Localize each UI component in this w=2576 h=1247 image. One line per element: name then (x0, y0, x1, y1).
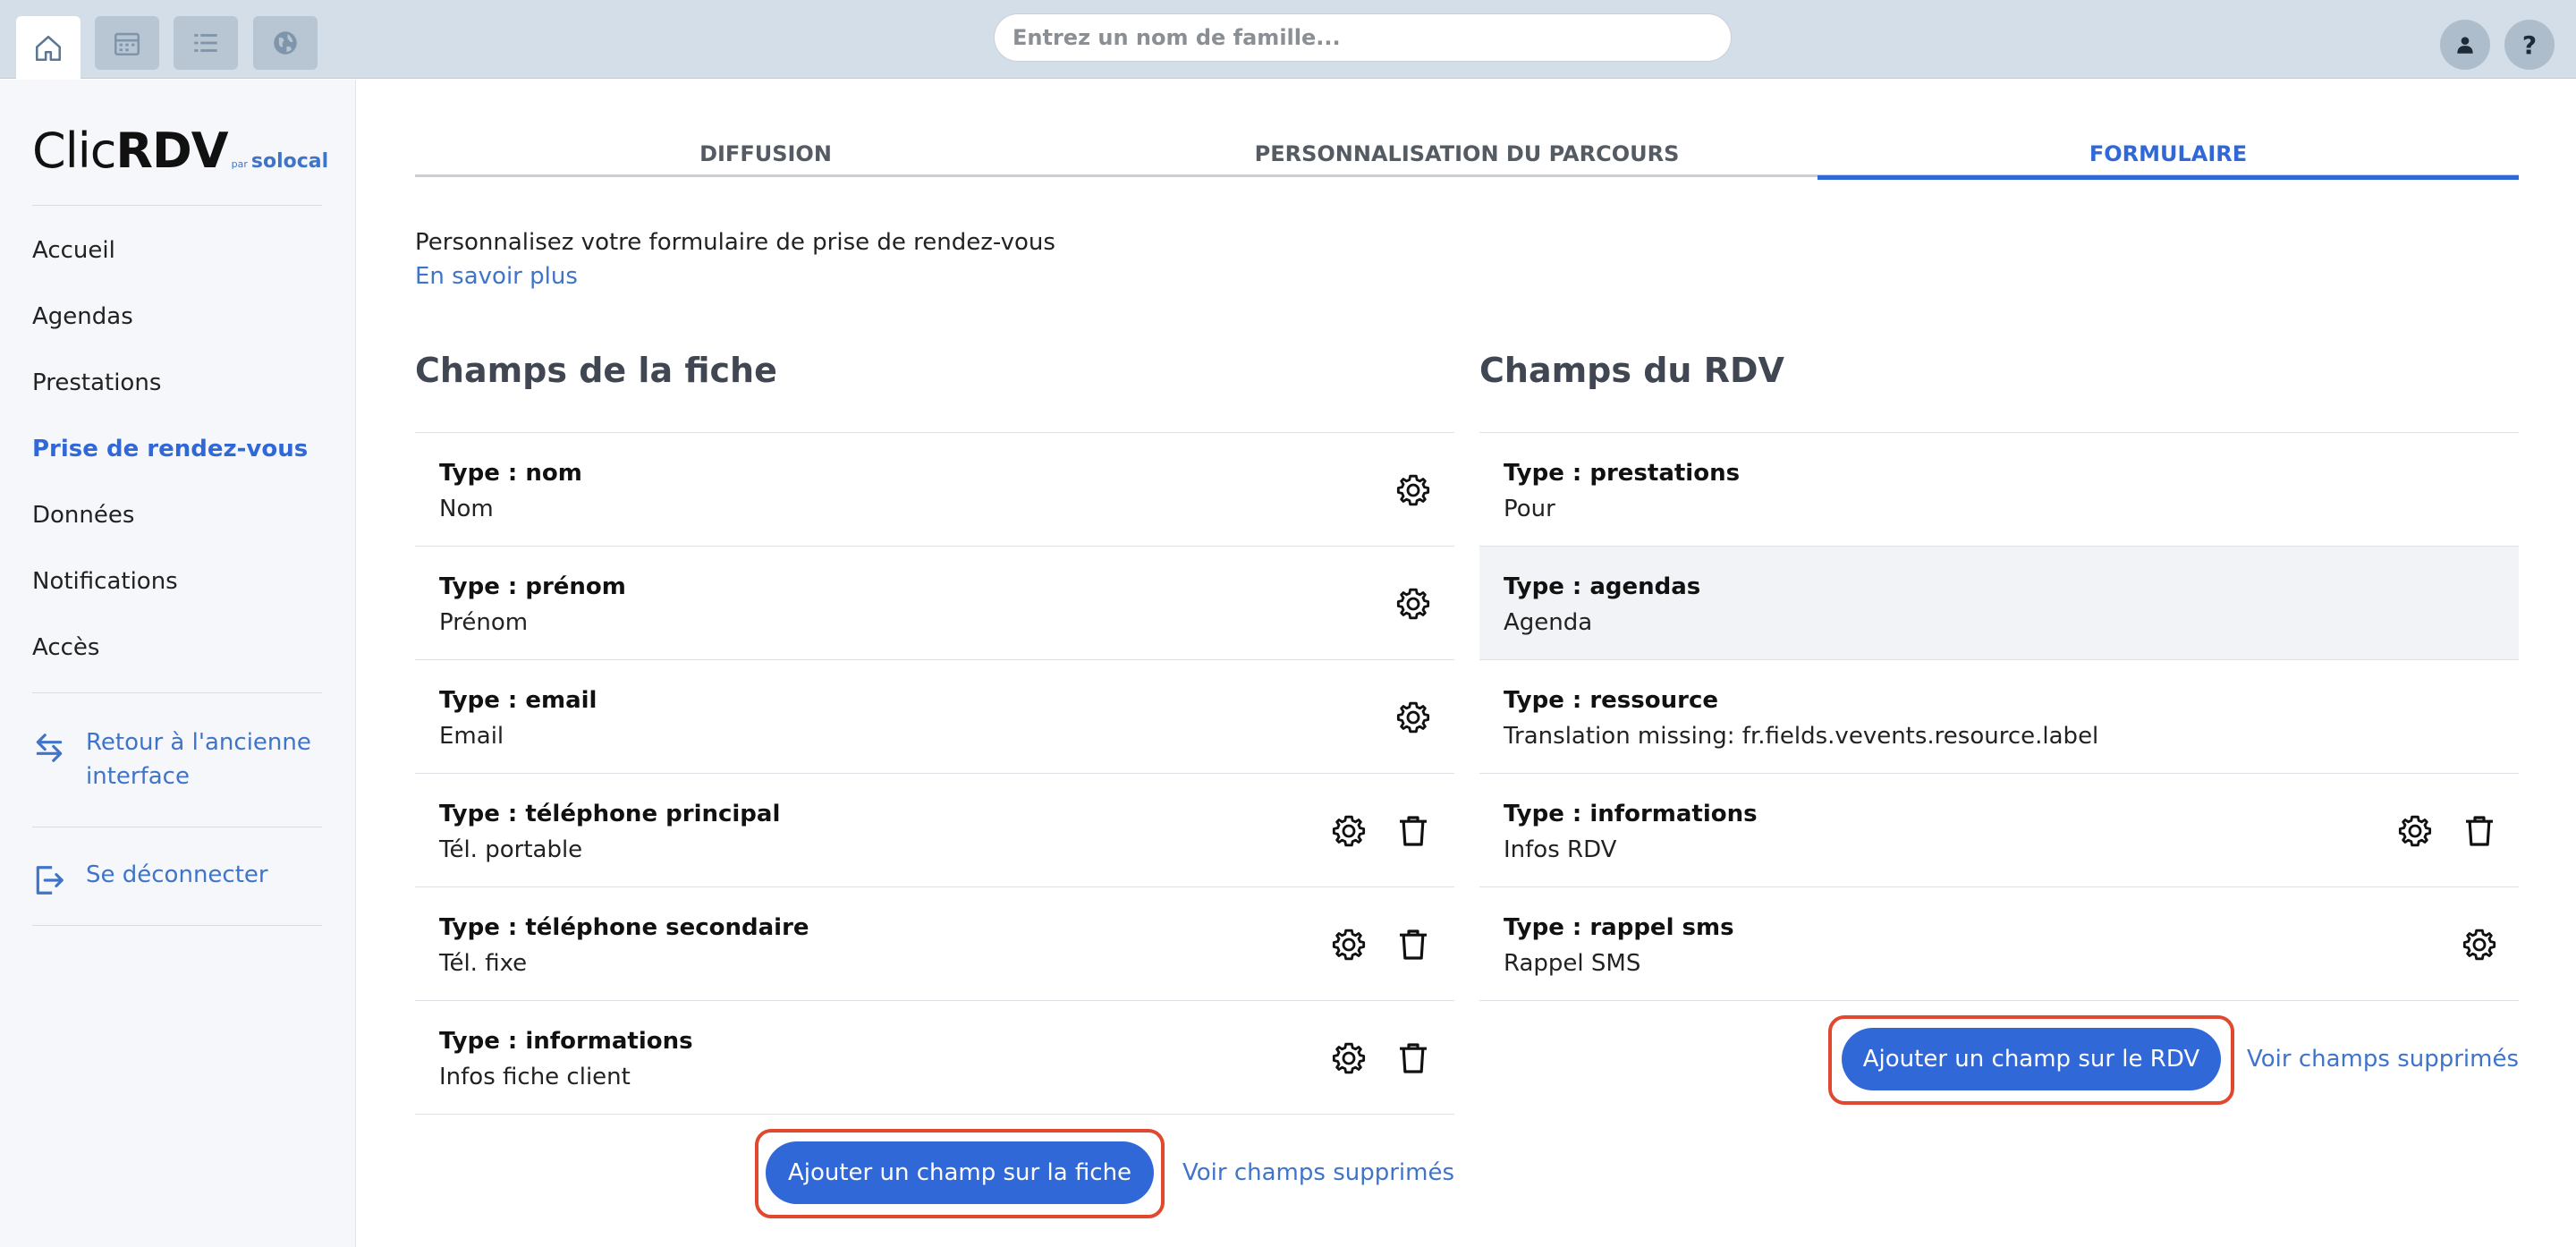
field-label: Pour (1504, 496, 1555, 522)
logout-label: Se déconnecter (86, 861, 268, 888)
logo: Clic RDV par solocal (32, 123, 328, 179)
globe-button[interactable] (253, 16, 318, 70)
intro-text: Personnalisez votre formulaire de prise … (415, 229, 1055, 256)
settings-gear-icon[interactable] (2397, 813, 2433, 849)
top-bar: ? (0, 0, 2576, 81)
rdv-field-list: Type : prestations Pour Type : agendas A… (1479, 432, 2519, 1001)
add-rdv-field-button[interactable]: Ajouter un champ sur le RDV (1842, 1028, 2221, 1090)
field-type: Type : prestations (1504, 460, 1741, 487)
settings-gear-icon[interactable] (1395, 586, 1431, 622)
settings-gear-icon[interactable] (1331, 927, 1367, 963)
field-label: Rappel SMS (1504, 950, 1641, 977)
fiche-field-row: Type : email Email (415, 660, 1454, 774)
user-button[interactable] (2440, 20, 2490, 70)
fiche-field-row: Type : téléphone secondaire Tél. fixe (415, 887, 1454, 1001)
sidebar-item-acces[interactable]: Accès (32, 634, 99, 661)
logo-rdv: RDV (115, 123, 228, 179)
sidebar-item-prestations[interactable]: Prestations (32, 369, 161, 396)
sidebar: Clic RDV par solocal Accueil Agendas Presta… (0, 80, 356, 1247)
help-icon: ? (2521, 30, 2538, 60)
field-label: Tél. portable (439, 836, 583, 863)
home-button[interactable] (16, 16, 80, 81)
search-bar[interactable] (994, 13, 1732, 62)
home-icon (35, 35, 62, 62)
trash-icon[interactable] (1395, 927, 1431, 963)
field-type: Type : rappel sms (1504, 914, 1734, 941)
rdv-field-row: Type : rappel sms Rappel SMS (1479, 887, 2519, 1001)
rdv-field-row: Type : informations Infos RDV (1479, 774, 2519, 887)
trash-icon[interactable] (2462, 813, 2497, 849)
field-label: Translation missing: fr.fields.vevents.r… (1504, 723, 2099, 750)
back-link-line1: Retour à l'ancienne (86, 729, 311, 756)
field-label: Infos fiche client (439, 1064, 631, 1090)
fiche-field-row: Type : informations Infos fiche client (415, 1001, 1454, 1115)
field-label: Infos RDV (1504, 836, 1617, 863)
globe-icon (274, 31, 297, 55)
fiche-field-list: Type : nom Nom Type : prénom Prénom Type… (415, 432, 1454, 1115)
tab-formulaire[interactable]: FORMULAIRE (1818, 134, 2519, 180)
logo-clic: Clic (32, 123, 116, 179)
logout-icon (36, 866, 64, 895)
sidebar-divider (32, 692, 322, 693)
swap-arrows-icon (36, 734, 63, 762)
field-type: Type : nom (439, 460, 582, 487)
search-input[interactable] (1013, 25, 1731, 50)
fiche-section-title: Champs de la fiche (415, 351, 777, 390)
tab-bar: DIFFUSION PERSONNALISATION DU PARCOURS F… (415, 134, 2519, 180)
field-type: Type : téléphone secondaire (439, 914, 809, 941)
help-button[interactable]: ? (2504, 20, 2555, 70)
rdv-section-title: Champs du RDV (1479, 351, 1784, 390)
field-type: Type : informations (1504, 801, 1758, 827)
sidebar-item-notifications[interactable]: Notifications (32, 568, 178, 595)
field-label: Nom (439, 496, 494, 522)
settings-gear-icon[interactable] (1395, 472, 1431, 508)
back-link-line2: interface (86, 763, 190, 790)
sidebar-divider (32, 925, 322, 926)
logo-brand: solocal (250, 150, 329, 173)
field-type: Type : ressource (1504, 687, 1718, 714)
sidebar-item-donnees[interactable]: Données (32, 502, 134, 529)
trash-icon[interactable] (1395, 1040, 1431, 1076)
sidebar-item-prise-de-rendez-vous[interactable]: Prise de rendez-vous (32, 436, 308, 462)
field-type: Type : informations (439, 1028, 693, 1055)
field-type: Type : agendas (1504, 573, 1701, 600)
field-type: Type : email (439, 687, 597, 714)
field-label: Prénom (439, 609, 529, 636)
learn-more-link[interactable]: En savoir plus (415, 263, 578, 290)
calendar-icon (114, 32, 140, 56)
sidebar-item-accueil[interactable]: Accueil (32, 237, 115, 264)
sidebar-item-agendas[interactable]: Agendas (32, 303, 133, 330)
fiche-field-row: Type : prénom Prénom (415, 547, 1454, 660)
rdv-field-row: Type : ressource Translation missing: fr… (1479, 660, 2519, 774)
fiche-field-row: Type : nom Nom (415, 433, 1454, 547)
logout-link[interactable]: Se déconnecter (32, 858, 268, 897)
rdv-field-row: Type : agendas Agenda (1479, 547, 2519, 660)
settings-gear-icon[interactable] (2462, 927, 2497, 963)
field-type: Type : prénom (439, 573, 626, 600)
settings-gear-icon[interactable] (1331, 813, 1367, 849)
trash-icon[interactable] (1395, 813, 1431, 849)
rdv-deleted-fields-link[interactable]: Voir champs supprimés (2247, 1046, 2519, 1073)
fiche-field-row: Type : téléphone principal Tél. portable (415, 774, 1454, 887)
field-label: Tél. fixe (439, 950, 528, 977)
add-fiche-field-button[interactable]: Ajouter un champ sur la fiche (766, 1141, 1154, 1204)
list-button[interactable] (174, 16, 238, 70)
settings-gear-icon[interactable] (1395, 700, 1431, 735)
tab-personnalisation-du-parcours[interactable]: PERSONNALISATION DU PARCOURS (1116, 134, 1818, 177)
user-icon (2457, 37, 2473, 54)
field-type: Type : téléphone principal (439, 801, 781, 827)
rdv-field-row: Type : prestations Pour (1479, 433, 2519, 547)
list-icon (194, 34, 217, 52)
back-to-old-interface-link[interactable]: Retour à l'ancienne interface (32, 725, 311, 793)
settings-gear-icon[interactable] (1331, 1040, 1367, 1076)
logo-par: par (231, 158, 248, 170)
calendar-button[interactable] (95, 16, 159, 70)
fiche-deleted-fields-link[interactable]: Voir champs supprimés (1182, 1159, 1454, 1186)
field-label: Email (439, 723, 504, 750)
sidebar-divider (32, 205, 322, 206)
field-label: Agenda (1504, 609, 1593, 636)
tab-diffusion[interactable]: DIFFUSION (415, 134, 1116, 177)
